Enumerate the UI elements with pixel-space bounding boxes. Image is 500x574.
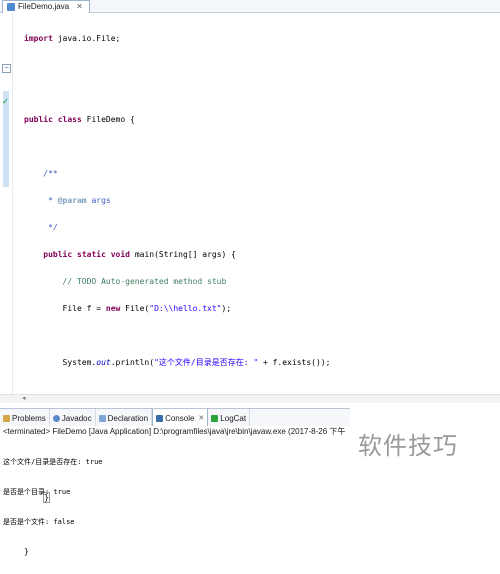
editor-tab-filedemo[interactable]: FileDemo.java ✕ <box>2 0 90 13</box>
console-icon <box>156 414 164 422</box>
code-line-9: public static void main(String[] args) { <box>43 250 236 259</box>
code-line-4: public class FileDemo { <box>24 115 135 124</box>
editor-tab-label: FileDemo.java <box>18 2 70 11</box>
tab-javadoc[interactable]: Javadoc <box>50 409 96 427</box>
main-method-marker-icon: ✓ <box>2 97 9 106</box>
tab-declaration[interactable]: Declaration <box>96 409 153 427</box>
console-status-line: <terminated> FileDemo [Java Application]… <box>3 427 346 436</box>
console-view[interactable]: <terminated> FileDemo [Java Application]… <box>0 426 350 526</box>
code-line-6: /** <box>24 169 58 178</box>
scroll-left-arrow-icon[interactable]: ◂ <box>22 395 26 403</box>
problems-icon <box>3 414 10 422</box>
console-output-line-2: 是否是个目录: true <box>3 488 71 496</box>
console-output[interactable]: 这个文件/目录是否存在: true 是否是个目录: true 是否是个文件: f… <box>3 437 103 547</box>
tab-declaration-label: Declaration <box>107 413 149 423</box>
close-icon[interactable]: ✕ <box>198 414 204 422</box>
code-line-10: // TODO Auto-generated method stub <box>62 277 227 286</box>
tab-logcat[interactable]: LogCat <box>208 409 251 427</box>
code-line-1: import java.io.File; <box>24 34 121 43</box>
tab-problems[interactable]: Problems <box>0 409 50 427</box>
javadoc-icon <box>52 414 60 422</box>
view-tab-bar: Problems Javadoc Declaration Console ✕ L… <box>0 408 350 428</box>
code-line-13: System.out.println("这个文件/目录是否存在: " + f.e… <box>24 358 331 367</box>
editor-horizontal-scrollbar[interactable]: ◂ <box>0 394 500 403</box>
watermark: 软件技巧 <box>358 432 458 460</box>
editor-tab-bar: FileDemo.java ✕ <box>0 0 500 13</box>
code-line-20: } <box>24 547 29 556</box>
console-output-line-3: 是否是个文件: false <box>3 518 75 526</box>
console-output-line-1: 这个文件/目录是否存在: true <box>3 458 103 466</box>
java-file-icon <box>7 3 15 11</box>
code-line-7: * @param args <box>24 196 111 205</box>
tab-problems-label: Problems <box>12 413 46 423</box>
code-line-11: File f = new File("D:\\hello.txt"); <box>24 304 232 313</box>
declaration-icon <box>98 414 106 422</box>
logcat-icon <box>211 414 219 422</box>
close-icon[interactable]: ✕ <box>76 1 83 13</box>
editor-ruler: − ✓ <box>0 13 13 402</box>
fold-collapse-icon[interactable]: − <box>2 64 11 73</box>
tab-javadoc-label: Javadoc <box>61 413 92 423</box>
tab-console[interactable]: Console ✕ <box>152 409 209 427</box>
code-editor[interactable]: − ✓ import java.io.File; public class Fi… <box>0 13 500 556</box>
tab-logcat-label: LogCat <box>220 413 247 423</box>
code-line-8: */ <box>24 223 58 232</box>
tab-console-label: Console <box>165 413 195 423</box>
